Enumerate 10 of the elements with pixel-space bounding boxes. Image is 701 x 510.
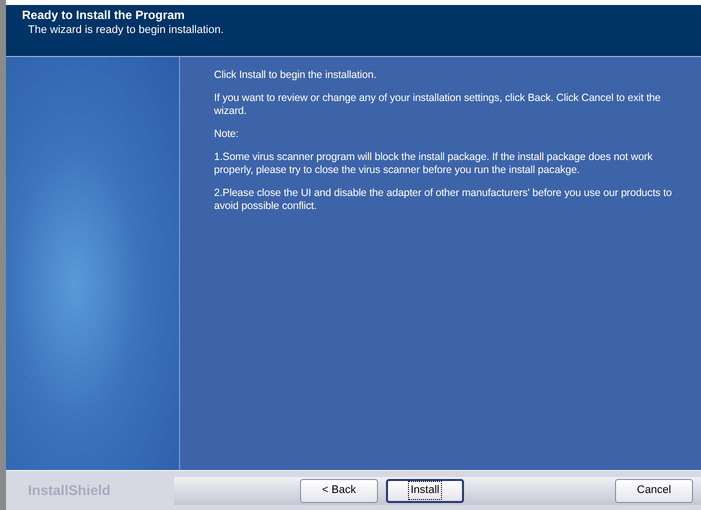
body-text: 1.Some virus scanner program will block the install package. If the install package does not work properly, please try to close the virus scanner before you run the install pacakge. [214, 151, 654, 177]
page-subtitle: The wizard is ready to begin installation. [27, 23, 225, 38]
page-title: Ready to Install the Program [22, 8, 186, 23]
wizard-button[interactable]: Cancel [615, 478, 693, 502]
body-text: 2.Please close the UI and disable the adapter of other manufacturers' before you use our products to avoid possible conflict. [214, 187, 673, 213]
wizard-button[interactable]: < Back [300, 478, 378, 502]
body-text: Click Install to begin the installation. [214, 69, 378, 82]
body-text: Note: [214, 128, 240, 141]
wizard-button[interactable]: Install [386, 478, 464, 502]
body-text: If you want to review or change any of your installation settings, click Back. Click Cancel to exit the wizard. [214, 92, 662, 118]
